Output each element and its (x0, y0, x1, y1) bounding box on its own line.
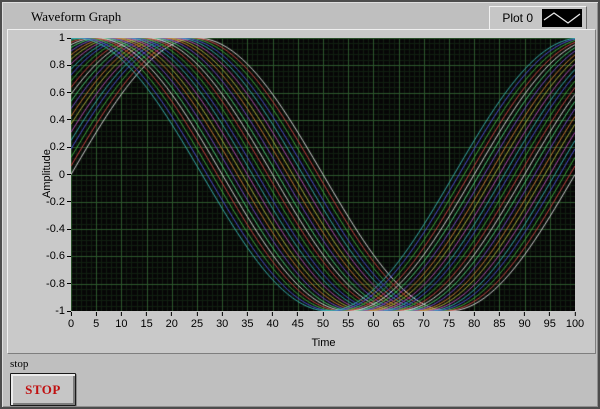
x-tick: 20 (166, 312, 178, 330)
y-tick: -0.8 (46, 278, 71, 290)
labview-front-panel: Waveform Graph Plot 0 Amplitude 10.80.60… (0, 0, 600, 409)
x-axis-label: Time (71, 337, 576, 349)
x-tick: 55 (342, 312, 354, 330)
x-tick: 15 (140, 312, 152, 330)
x-tick: 80 (468, 312, 480, 330)
x-tick: 65 (392, 312, 404, 330)
x-tick: 10 (115, 312, 127, 330)
y-axis-ticks: 10.80.60.40.20-0.2-0.4-0.6-0.8-1 (8, 38, 71, 311)
y-tick: 0.8 (50, 59, 71, 71)
y-tick: 1 (59, 32, 71, 44)
x-tick: 5 (93, 312, 99, 330)
x-tick: 75 (443, 312, 455, 330)
x-tick: 50 (317, 312, 329, 330)
x-tick: 30 (216, 312, 228, 330)
graph-title: Waveform Graph (31, 9, 121, 25)
legend-plot-label: Plot 0 (502, 11, 533, 25)
y-tick: 0 (59, 169, 71, 181)
x-tick: 100 (566, 312, 584, 330)
x-tick: 25 (191, 312, 203, 330)
waveform-line-icon[interactable] (542, 9, 582, 27)
stop-control-label: stop (10, 358, 28, 370)
plot-canvas[interactable] (71, 38, 575, 311)
waveform-graph-widget: Amplitude 10.80.60.40.20-0.2-0.4-0.6-0.8… (7, 29, 596, 354)
x-tick: 70 (418, 312, 430, 330)
stop-button[interactable]: STOP (10, 373, 76, 406)
x-tick: 40 (266, 312, 278, 330)
y-tick: 0.2 (50, 141, 71, 153)
y-tick: -0.6 (46, 250, 71, 262)
x-tick: 0 (68, 312, 74, 330)
y-tick: -0.4 (46, 223, 71, 235)
x-axis-ticks: 0510152025303540455055606570758085909510… (71, 312, 576, 338)
y-tick: -0.2 (46, 196, 71, 208)
y-tick: 0.4 (50, 114, 71, 126)
x-tick: 85 (493, 312, 505, 330)
y-tick: 0.6 (50, 87, 71, 99)
x-tick: 90 (518, 312, 530, 330)
x-tick: 35 (241, 312, 253, 330)
x-tick: 95 (544, 312, 556, 330)
x-tick: 45 (292, 312, 304, 330)
plot-legend[interactable]: Plot 0 (489, 6, 587, 30)
x-tick: 60 (367, 312, 379, 330)
